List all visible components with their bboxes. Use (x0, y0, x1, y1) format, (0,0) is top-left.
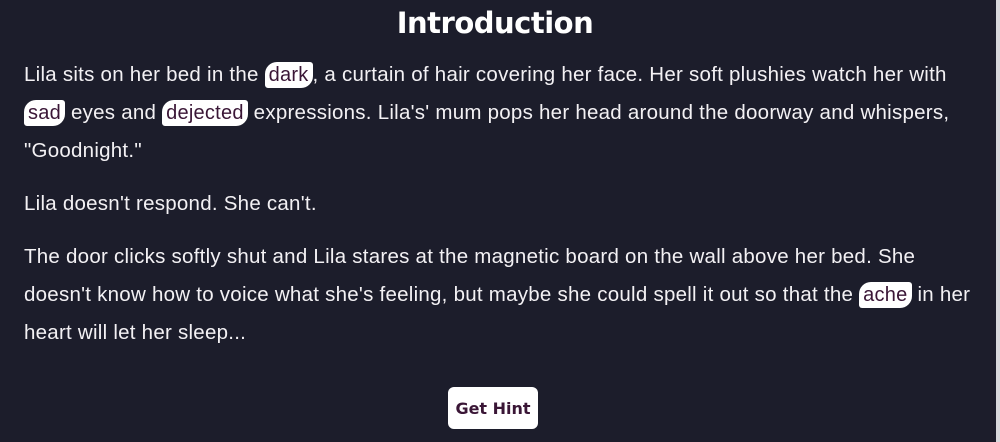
word-tile-sad[interactable]: sad (24, 100, 65, 126)
word-tile-ache[interactable]: ache (859, 282, 912, 308)
story-page: Introduction Lila sits on her bed in the… (0, 0, 1000, 442)
story-paragraph-2: Lila doesn't respond. She can't. (24, 185, 974, 223)
text-segment: The door clicks softly shut and Lila sta… (24, 245, 916, 306)
story-text: Lila sits on her bed in the dark, a curt… (24, 56, 974, 367)
text-segment: eyes and (65, 101, 163, 124)
word-tile-dark[interactable]: dark (264, 62, 313, 88)
text-segment: Lila doesn't respond. She can't. (24, 192, 317, 215)
story-paragraph-3: The door clicks softly shut and Lila sta… (24, 238, 974, 352)
text-segment: , a curtain of hair covering her face. H… (312, 63, 947, 86)
text-segment: Lila sits on her bed in the (24, 63, 265, 86)
get-hint-button[interactable]: Get Hint (448, 387, 538, 429)
story-paragraph-1: Lila sits on her bed in the dark, a curt… (24, 56, 974, 170)
word-tile-dejected[interactable]: dejected (162, 100, 248, 126)
page-title: Introduction (396, 6, 594, 40)
window-edge-scrollbar (996, 0, 1000, 442)
